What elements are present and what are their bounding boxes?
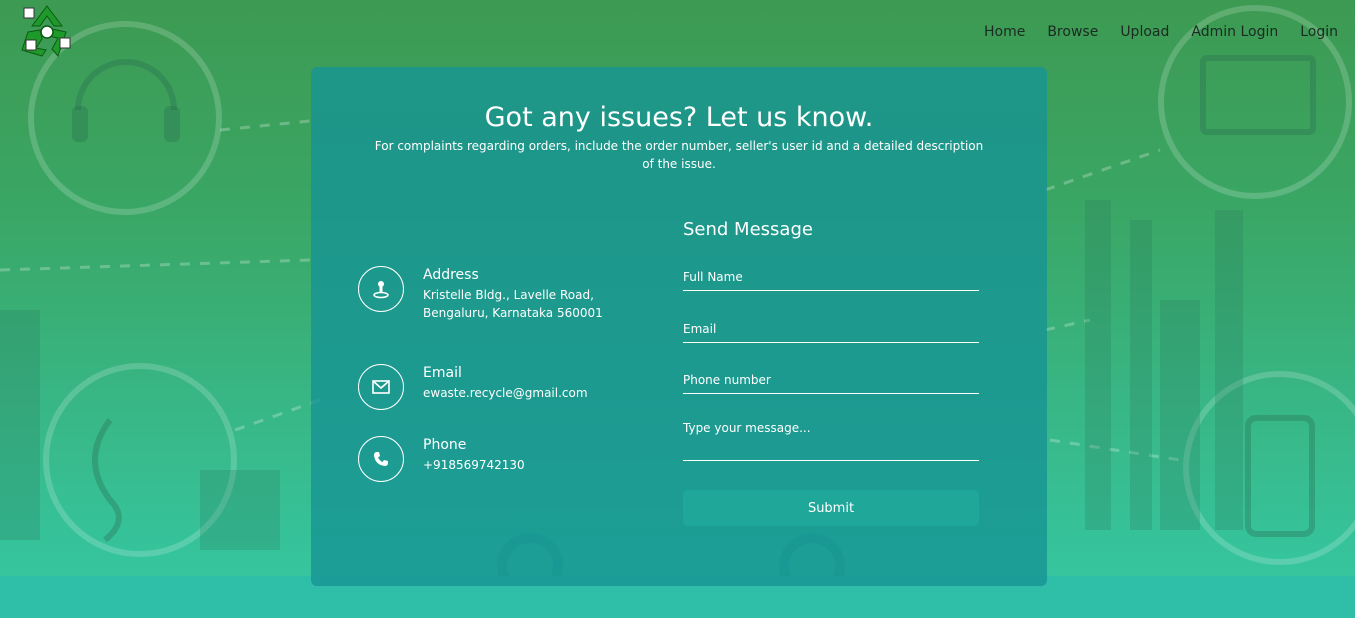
email-label: Email	[423, 365, 462, 381]
nav-home[interactable]: Home	[973, 22, 1036, 42]
page-subtitle: For complaints regarding orders, include…	[374, 139, 984, 171]
logo[interactable]	[18, 2, 76, 60]
submit-button[interactable]: Submit	[683, 490, 979, 526]
nav-upload[interactable]: Upload	[1109, 22, 1180, 42]
nav-browse[interactable]: Browse	[1036, 22, 1109, 42]
message-field-wrap	[683, 421, 979, 465]
email-icon-circle	[358, 364, 404, 410]
phone-label: Phone	[423, 437, 467, 453]
page-title: Got any issues? Let us know.	[484, 102, 874, 133]
message-textarea[interactable]	[683, 421, 979, 465]
phone-input[interactable]	[683, 373, 979, 393]
address-block: Address Kristelle Bldg., Lavelle Road, B…	[358, 266, 618, 346]
address-value: Kristelle Bldg., Lavelle Road, Bengaluru…	[423, 288, 603, 320]
nav-login[interactable]: Login	[1289, 22, 1349, 42]
top-nav: Home Browse Upload Admin Login Login	[973, 22, 1349, 42]
envelope-icon	[372, 380, 390, 394]
nav-admin-login[interactable]: Admin Login	[1180, 22, 1289, 42]
email-field-wrap	[683, 318, 979, 343]
form-heading: Send Message	[683, 219, 813, 240]
map-pin-icon	[373, 281, 389, 299]
full-name-input[interactable]	[683, 270, 979, 290]
recycle-icon	[21, 5, 71, 57]
email-input[interactable]	[683, 322, 979, 342]
email-block: Email ewaste.recycle@gmail.com	[358, 364, 618, 414]
contact-card: Got any issues? Let us know. For complai…	[311, 67, 1047, 586]
email-value[interactable]: ewaste.recycle@gmail.com	[423, 384, 613, 402]
phone-value[interactable]: +918569742130	[423, 456, 613, 474]
phone-block: Phone +918569742130	[358, 436, 618, 486]
address-label: Address	[423, 267, 479, 283]
phone-icon	[374, 452, 388, 466]
phone-field-wrap	[683, 369, 979, 394]
full-name-field-wrap	[683, 266, 979, 291]
phone-icon-circle	[358, 436, 404, 482]
address-icon-circle	[358, 266, 404, 312]
